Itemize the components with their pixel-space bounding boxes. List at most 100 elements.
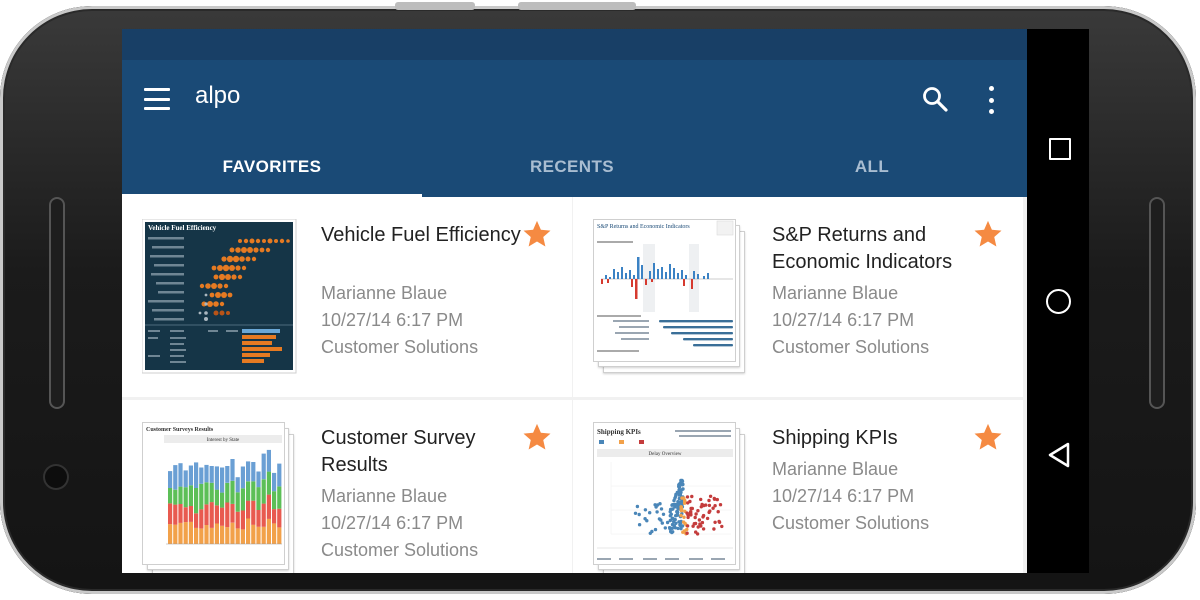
thumbnail-scatter-point xyxy=(637,512,641,517)
thumbnail-scatter-point xyxy=(657,517,662,521)
thumbnail-bar-segment xyxy=(199,483,204,510)
thumbnail-bar-segment xyxy=(256,526,261,544)
workbook-title: Shipping KPIs xyxy=(772,427,898,449)
thumbnail-bar-segment xyxy=(230,503,235,523)
thumbnail-scatter-point xyxy=(679,509,684,513)
thumbnail-bar-segment xyxy=(173,465,178,490)
workbook-card[interactable]: Customer Surveys Results Interest by Sta… xyxy=(122,400,572,573)
thumbnail-bar-segment xyxy=(225,502,230,528)
thumbnail-bar-segment xyxy=(266,518,271,544)
favorite-star-icon[interactable] xyxy=(522,422,552,452)
workbook-card[interactable]: Vehicle Fuel Efficiency Vehicle Fuel Eff… xyxy=(122,197,572,397)
more-vert-icon[interactable] xyxy=(986,86,996,114)
thumbnail-scatter-point xyxy=(693,515,697,520)
thumbnail-bar-segment xyxy=(209,466,214,483)
thumbnail-scatter-point xyxy=(699,505,703,509)
thumbnail-bar-segment xyxy=(188,485,193,506)
favorite-star-icon[interactable] xyxy=(522,219,552,249)
status-bar xyxy=(122,29,1027,60)
triangle-back-icon[interactable] xyxy=(1047,442,1071,468)
thumbnail-bar-segment xyxy=(230,522,235,544)
thumbnail-bar-segment xyxy=(240,488,245,511)
thumbnail-bar-segment xyxy=(188,506,193,522)
thumbnail-scatter-point xyxy=(704,503,708,507)
thumbnail-bar-segment xyxy=(183,507,188,523)
thumbnail-bar-segment xyxy=(225,482,230,503)
thumbnail-scatter-point xyxy=(648,531,652,535)
thumbnail-scatter-point xyxy=(686,515,690,520)
workbook-modified: 10/27/14 6:17 PM xyxy=(772,486,915,506)
thumbnail-scatter-point xyxy=(701,527,706,531)
thumbnail-bar-segment xyxy=(266,471,271,495)
workbook-thumbnail: S&P Returns and Economic Indicators xyxy=(593,219,749,375)
workbook-card[interactable]: S&P Returns and Economic Indicators S&P … xyxy=(573,197,1023,397)
circle-icon[interactable] xyxy=(1046,289,1071,314)
thumbnail-bar-segment xyxy=(214,489,219,506)
thumbnail-scatter-point xyxy=(694,512,698,516)
workbook-site: Customer Solutions xyxy=(321,540,479,560)
device-screen: alpo FAVORITES RECENTS ALL Vehicle Fuel … xyxy=(122,29,1027,573)
thumbnail-bar-segment xyxy=(183,487,188,508)
favorite-star-icon[interactable] xyxy=(973,219,1003,249)
thumbnail-bar-segment xyxy=(194,527,199,544)
thumbnail-scatter-point xyxy=(635,504,640,509)
thumbnail-scatter-point xyxy=(707,503,712,508)
thumbnail-bar-segment xyxy=(272,472,277,492)
thumbnail-scatter-point xyxy=(655,503,660,507)
search-icon[interactable] xyxy=(922,86,948,112)
thumbnail-bar-segment xyxy=(209,502,214,528)
thumbnail-bar-segment xyxy=(194,488,199,514)
thumbnail-bar-segment xyxy=(235,477,240,493)
thumbnail-scatter-point xyxy=(697,518,702,522)
thumbnail-scatter-point xyxy=(689,506,693,511)
thumbnail-scatter-point xyxy=(700,520,705,525)
thumbnail-scatter-point xyxy=(708,509,712,513)
power-key xyxy=(518,2,636,10)
thumbnail-scatter-point xyxy=(682,515,686,519)
menu-icon[interactable] xyxy=(144,88,170,110)
thumbnail-bar-segment xyxy=(272,509,277,524)
thumbnail-bar-segment xyxy=(246,461,251,482)
thumbnail-heading: S&P Returns and Economic Indicators xyxy=(597,224,690,230)
thumbnail-bar-segment xyxy=(183,470,188,488)
thumbnail-scatter-point xyxy=(637,523,642,527)
thumbnail-bar-segment xyxy=(240,510,245,530)
tab-favorites[interactable]: FAVORITES xyxy=(122,152,422,197)
workbook-site: Customer Solutions xyxy=(772,513,930,533)
thumbnail-scatter-point xyxy=(675,502,679,507)
thumbnail-scatter-point xyxy=(701,515,705,519)
thumbnail-bar-segment xyxy=(168,503,173,525)
thumbnail-scatter-point xyxy=(672,498,676,503)
thumbnail-scatter-point xyxy=(705,516,710,521)
thumbnail-heading: Shipping KPIs xyxy=(597,428,641,436)
thumbnail-bar-segment xyxy=(209,528,214,544)
workbook-title: Customer Survey Results xyxy=(321,427,476,476)
front-camera xyxy=(45,466,67,488)
thumbnail-scatter-point xyxy=(643,517,647,521)
thumbnail-subheading: Interest by State xyxy=(207,438,240,443)
workbook-card[interactable]: Shipping KPIs Delay Overview Shipping KP… xyxy=(573,400,1023,573)
right-speaker xyxy=(1149,197,1165,409)
tab-recents[interactable]: RECENTS xyxy=(422,152,722,197)
thumbnail-bar-segment xyxy=(261,453,266,480)
thumbnail-bar-segment xyxy=(194,462,199,488)
thumbnail-bar-segment xyxy=(240,466,245,489)
thumbnail-scatter-point xyxy=(686,501,690,505)
thumbnail-scatter-point xyxy=(690,494,694,499)
thumbnail-scatter-point xyxy=(633,511,638,515)
thumbnail-scatter-point xyxy=(673,494,678,499)
thumbnail-scatter-point xyxy=(695,532,700,536)
thumbnail-scatter-point xyxy=(665,520,670,525)
favorite-star-icon[interactable] xyxy=(973,422,1003,452)
thumbnail-bar-segment xyxy=(199,509,204,529)
thumbnail-scatter-point xyxy=(676,500,680,504)
workbook-modified: 10/27/14 6:17 PM xyxy=(321,513,464,533)
workbook-thumbnail: Customer Surveys Results Interest by Sta… xyxy=(142,422,298,573)
workbook-modified: 10/27/14 6:17 PM xyxy=(321,310,464,330)
workbook-author: Marianne Blaue xyxy=(321,486,448,506)
thumbnail-scatter-point xyxy=(680,483,684,487)
square-icon[interactable] xyxy=(1049,138,1071,160)
tab-all[interactable]: ALL xyxy=(722,152,1022,197)
thumbnail-bar-segment xyxy=(204,464,209,483)
thumbnail-bar-segment xyxy=(251,524,256,544)
